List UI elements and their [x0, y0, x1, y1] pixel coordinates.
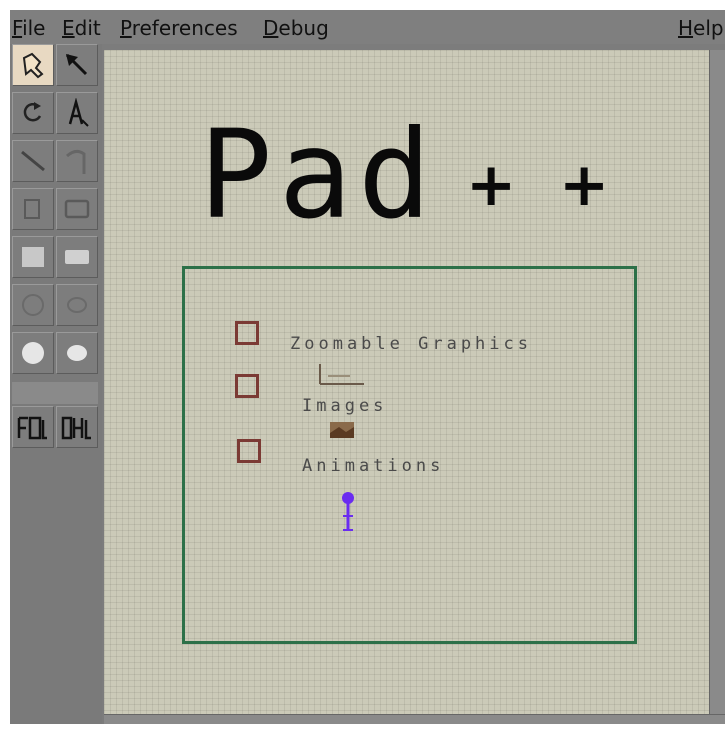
- text-tool-button[interactable]: [56, 92, 98, 134]
- rectangle-outline-tool-button[interactable]: [12, 188, 54, 230]
- ungroup-icon: [61, 416, 91, 440]
- zoom-sample-graphic-icon[interactable]: [314, 362, 368, 388]
- menu-edit[interactable]: Edit: [62, 16, 101, 40]
- group-icon: [17, 416, 47, 440]
- filled-rounded-rectangle-tool-button[interactable]: [56, 236, 98, 278]
- filled-circle-tool-button[interactable]: [12, 332, 54, 374]
- freehand-curve-icon: [66, 149, 86, 174]
- feature-label-animations[interactable]: Animations: [302, 456, 444, 476]
- rectangle-outline-icon: [24, 199, 40, 219]
- rotate-icon: [23, 102, 42, 122]
- image-thumbnail-icon[interactable]: [329, 421, 355, 441]
- filled-ellipse-tool-button[interactable]: [56, 332, 98, 374]
- line-icon: [21, 150, 45, 172]
- line-tool-button[interactable]: [12, 140, 54, 182]
- ellipse-outline-tool-button[interactable]: [56, 284, 98, 326]
- animation-pendulum-icon[interactable]: [337, 490, 359, 538]
- feature-label-images[interactable]: Images: [302, 396, 387, 416]
- arrow-icon: [65, 53, 88, 76]
- rotate-tool-button[interactable]: [12, 92, 54, 134]
- circle-outline-tool-button[interactable]: [12, 284, 54, 326]
- menu-debug[interactable]: Debug: [263, 16, 329, 40]
- group-tool-button[interactable]: [12, 406, 54, 448]
- pad-title[interactable]: Pad: [199, 110, 437, 240]
- feature-label-zoomable-graphics[interactable]: Zoomable Graphics: [290, 334, 532, 354]
- ungroup-tool-button[interactable]: [56, 406, 98, 448]
- filled-rectangle-tool-button[interactable]: [12, 236, 54, 278]
- bullet-images[interactable]: [235, 374, 259, 398]
- text-cursor-icon: [68, 98, 89, 127]
- filled-ellipse-icon: [67, 345, 87, 361]
- horizontal-scrollbar[interactable]: [104, 714, 725, 724]
- filled-circle-icon: [22, 342, 44, 364]
- menu-help[interactable]: Help: [678, 16, 724, 40]
- title-plus-2[interactable]: +: [559, 155, 609, 215]
- select-hand-icon: [22, 52, 44, 79]
- freehand-tool-button[interactable]: [56, 140, 98, 182]
- title-plus-1[interactable]: +: [466, 155, 516, 215]
- filled-rectangle-icon: [22, 247, 44, 267]
- filled-rounded-rectangle-icon: [65, 250, 89, 264]
- bullet-animations[interactable]: [237, 439, 261, 463]
- arrow-tool-button[interactable]: [56, 44, 98, 86]
- ellipse-outline-icon: [67, 297, 87, 313]
- rounded-rectangle-outline-icon: [64, 199, 90, 219]
- menu-file[interactable]: File: [12, 16, 45, 40]
- vertical-scrollbar[interactable]: [709, 50, 725, 714]
- circle-outline-icon: [22, 294, 44, 316]
- toolbox: [10, 44, 102, 724]
- bullet-zoomable[interactable]: [235, 321, 259, 345]
- select-tool-button[interactable]: [12, 44, 54, 86]
- drawing-canvas[interactable]: Pad + + Zoomable Graphics Images Animati…: [104, 50, 709, 714]
- menubar: File Edit Preferences Debug Help: [10, 10, 725, 44]
- app-window: File Edit Preferences Debug Help Pad + +…: [10, 10, 725, 724]
- menu-preferences[interactable]: Preferences: [120, 16, 238, 40]
- toolbox-separator: [12, 382, 98, 404]
- rounded-rectangle-outline-tool-button[interactable]: [56, 188, 98, 230]
